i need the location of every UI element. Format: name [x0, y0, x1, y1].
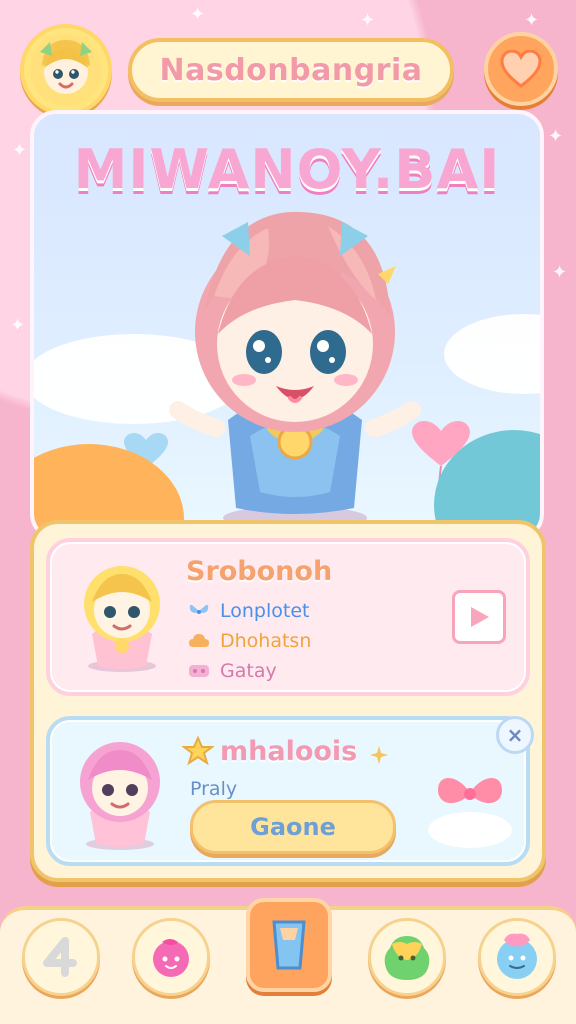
blonde-girl-icon: [84, 566, 160, 672]
close-icon: ×: [506, 723, 524, 747]
player-avatar[interactable]: [20, 24, 112, 116]
cloud-decor: [444, 314, 540, 394]
nav-four[interactable]: [22, 918, 100, 996]
nav-blue-pet[interactable]: [478, 918, 556, 996]
avatar-girl-icon: [30, 34, 102, 106]
cup-icon: [272, 920, 306, 970]
stat-label-3: Gatay: [220, 660, 277, 682]
sparkle-decor: ✦: [548, 126, 564, 147]
quest-action-button[interactable]: Gaone: [190, 800, 396, 854]
stat-row-1: Lonplotet: [188, 600, 309, 622]
nav-green-pet[interactable]: [368, 918, 446, 996]
star-icon: [182, 736, 214, 766]
quest-title: mhaloois: [220, 736, 358, 767]
game-title: Nasdonbangria: [159, 52, 423, 88]
game-title-bar: Nasdonbangria: [128, 38, 454, 102]
nav-main[interactable]: [246, 898, 332, 992]
blue-pet-icon: [497, 933, 537, 979]
badge-icon: [189, 665, 209, 677]
plus-sparkle-icon: [370, 746, 388, 764]
pink-friend-icon: [153, 939, 189, 977]
stat-label-2: Dhohatsn: [220, 630, 312, 652]
nav-pink-friend[interactable]: [132, 918, 210, 996]
pink-girl-icon: [80, 742, 160, 850]
sparkle-decor: ✦: [12, 140, 28, 161]
bow-cloud-icon: [428, 778, 512, 848]
favorites-button[interactable]: [484, 32, 558, 106]
sparkle-decor: ✦: [524, 10, 540, 31]
sparkle-decor: ✦: [190, 4, 206, 25]
main-character-girl[interactable]: [152, 174, 438, 534]
cloud-icon: [189, 634, 209, 647]
character-name: Srobonoh: [186, 556, 333, 587]
sparkle-decor: ✦: [10, 315, 26, 336]
sparkle-decor: ✦: [360, 10, 376, 31]
heart-icon: [500, 50, 542, 88]
green-pet-icon: [384, 936, 430, 980]
close-button[interactable]: ×: [496, 716, 534, 754]
quest-subtitle: Praly: [190, 778, 238, 800]
character-scene: MIWANOY.BAI: [30, 110, 544, 540]
stat-label-1: Lonplotet: [220, 600, 310, 622]
stat-row-2: Dhohatsn: [188, 630, 311, 652]
number-four-icon: [43, 937, 77, 977]
play-button[interactable]: [452, 590, 506, 644]
butterfly-icon: [189, 604, 209, 614]
stat-row-3: Gatay: [188, 660, 277, 682]
play-icon: [471, 607, 489, 627]
sparkle-decor: ✦: [552, 262, 568, 283]
